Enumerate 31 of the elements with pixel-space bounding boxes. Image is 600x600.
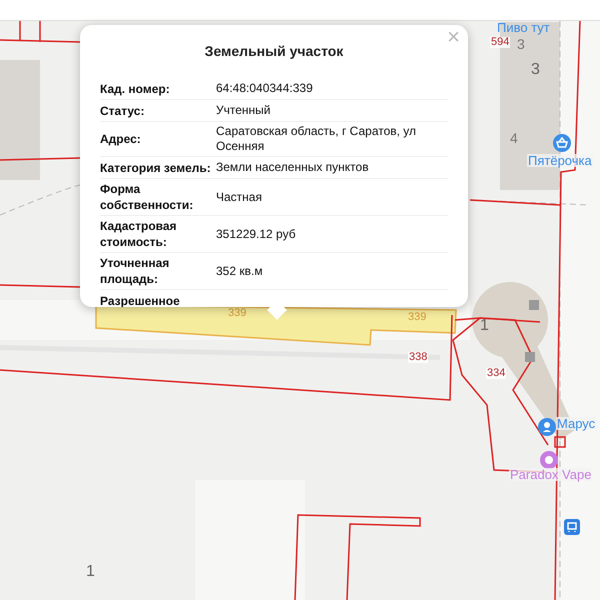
map-label: 3: [531, 62, 540, 78]
map-label: 338: [408, 352, 428, 363]
field-label: Адрес:: [100, 131, 142, 147]
field-value: 351229.12 руб: [215, 226, 297, 242]
field-value: 352 кв.м: [215, 264, 264, 278]
map-label: 1: [480, 318, 489, 334]
map-label: 594: [490, 37, 510, 48]
place-label[interactable]: Марус: [556, 417, 596, 430]
place-label[interactable]: Paradox Vape: [509, 468, 592, 481]
field-label: Кадастровая стоимость:: [100, 218, 178, 250]
field-label: Форма собственности:: [100, 181, 194, 213]
field-label: Кад. номер:: [100, 80, 171, 96]
field-label: Уточненная площадь:: [100, 255, 170, 287]
popup-title: Земельный участок: [204, 42, 344, 61]
field-label: Статус:: [100, 102, 146, 118]
map-label: 339: [228, 308, 246, 319]
place-label[interactable]: Пятёрочка: [527, 154, 593, 167]
field-value: Саратовская область, г Саратов, ул Осенняя: [215, 124, 418, 154]
field-label: Категория земель:: [100, 160, 212, 176]
close-button[interactable]: ×: [447, 26, 460, 48]
map-label: 4: [510, 131, 518, 145]
field-value: Учтенный: [215, 103, 272, 118]
map-label: 334: [486, 368, 506, 379]
field-value: Частная: [215, 190, 263, 204]
field-value: 64:48:040344:339: [215, 81, 314, 96]
field-value: Земли населенных пунктов: [215, 160, 370, 175]
map-label: 3: [517, 37, 525, 51]
map-label: Пиво тут: [497, 21, 550, 34]
field-label: Разрешенное: [100, 292, 181, 307]
map-label: 1: [86, 564, 95, 580]
map-label: 339: [408, 312, 426, 323]
